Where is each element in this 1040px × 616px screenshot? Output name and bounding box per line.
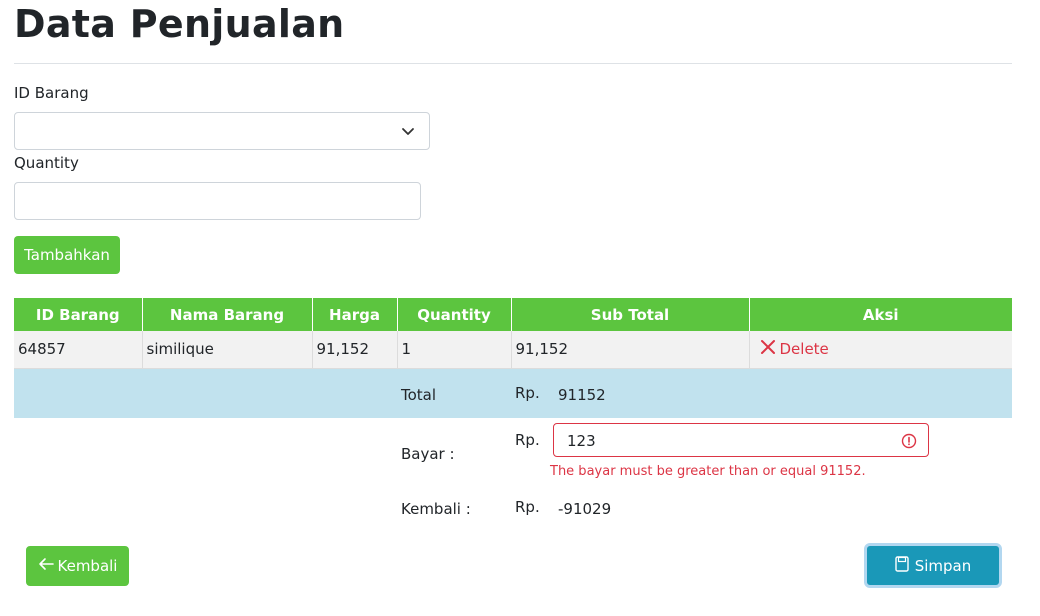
bayar-label: Bayar : — [401, 445, 455, 463]
quantity-label: Quantity — [14, 154, 79, 172]
id-barang-select[interactable] — [14, 112, 430, 150]
bayar-error-message: The bayar must be greater than or equal … — [550, 464, 866, 479]
header-sub-total: Sub Total — [510, 298, 749, 331]
arrow-left-icon — [38, 557, 54, 575]
cell-name: similique — [141, 331, 312, 369]
warning-icon — [901, 433, 917, 453]
sales-table: ID Barang Nama Barang Harga Quantity Sub… — [14, 298, 1012, 418]
table-header-row: ID Barang Nama Barang Harga Quantity Sub… — [14, 298, 1012, 331]
header-nama-barang: Nama Barang — [141, 298, 312, 331]
total-value: 91152 — [558, 386, 606, 404]
header-id-barang: ID Barang — [14, 298, 142, 331]
bayar-input[interactable]: 123 — [553, 423, 929, 457]
quantity-input[interactable] — [14, 182, 421, 220]
bayar-value: 123 — [567, 432, 596, 450]
save-icon — [895, 555, 909, 576]
save-button[interactable]: Simpan — [864, 543, 1002, 588]
save-label: Simpan — [914, 556, 972, 575]
total-row — [14, 368, 1012, 418]
back-button[interactable]: Kembali — [26, 546, 129, 586]
cell-qty: 1 — [396, 331, 511, 369]
kembali-currency: Rp. — [515, 498, 540, 516]
kembali-label: Kembali : — [401, 500, 471, 518]
cell-id: 64857 — [14, 331, 142, 369]
page-title: Data Penjualan — [14, 2, 345, 46]
header-aksi: Aksi — [748, 298, 1012, 331]
table-row: 64857 similique 91,152 1 91,152 Delete — [14, 331, 1012, 369]
delete-label: Delete — [779, 340, 829, 359]
close-icon — [760, 339, 776, 359]
divider — [14, 63, 1012, 64]
chevron-down-icon — [401, 124, 415, 142]
total-currency: Rp. — [515, 384, 540, 402]
delete-button[interactable]: Delete — [754, 339, 829, 359]
cell-action: Delete — [748, 331, 1012, 369]
header-harga: Harga — [311, 298, 397, 331]
cell-subtotal: 91,152 — [510, 331, 749, 369]
add-item-button[interactable]: Tambahkan — [14, 236, 120, 274]
id-barang-label: ID Barang — [14, 84, 89, 102]
header-quantity: Quantity — [396, 298, 511, 331]
kembali-value: -91029 — [558, 500, 612, 518]
total-label: Total — [401, 386, 437, 404]
bayar-currency: Rp. — [515, 431, 540, 449]
back-label: Kembali — [57, 557, 118, 575]
cell-price: 91,152 — [311, 331, 397, 369]
